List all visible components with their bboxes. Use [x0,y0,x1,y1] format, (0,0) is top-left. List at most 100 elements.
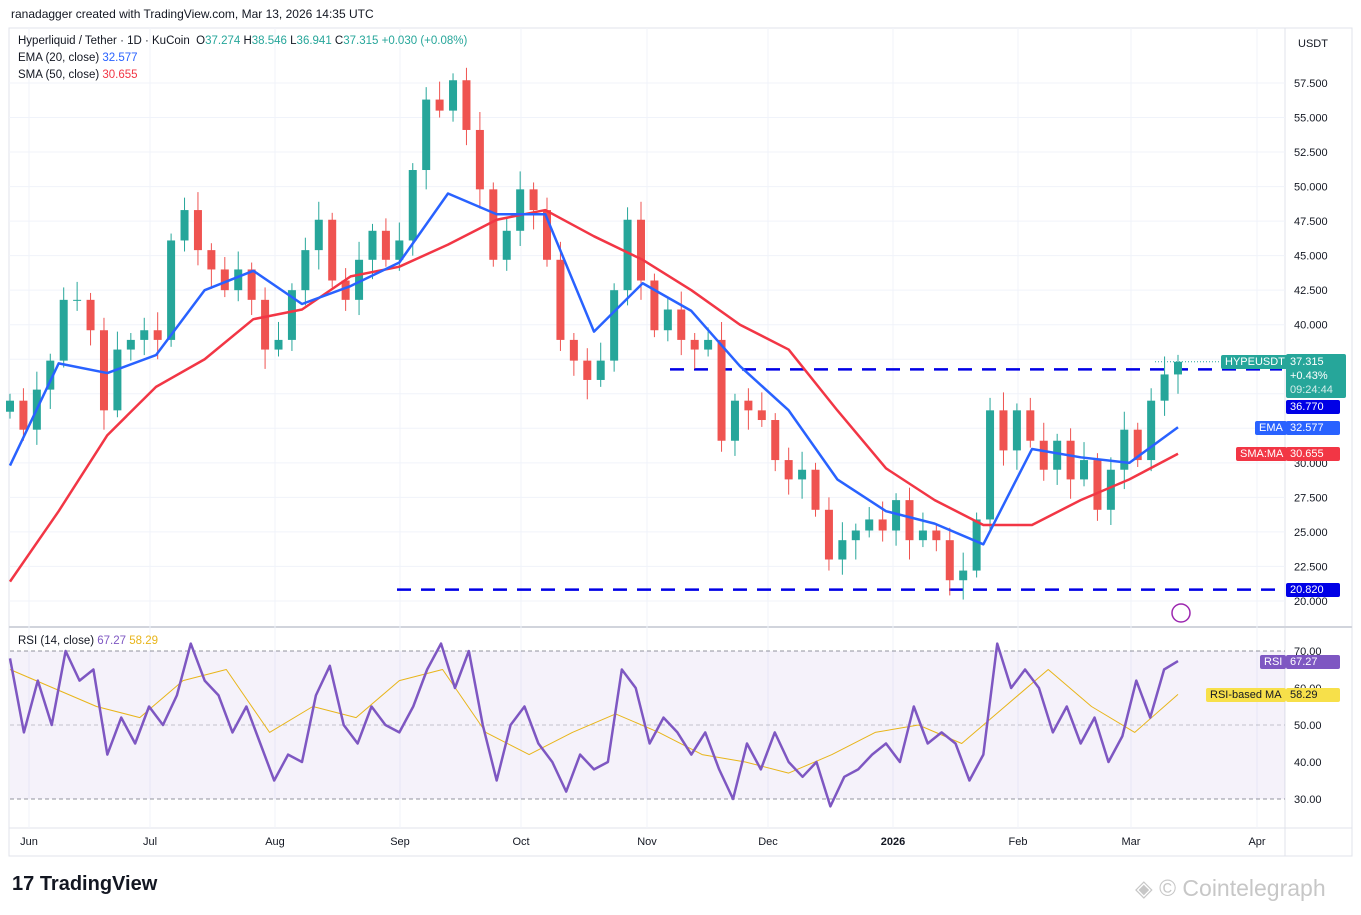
candle [1012,410,1021,451]
time-tick: Aug [265,836,285,848]
candle [596,360,605,380]
candle [19,400,28,430]
candle [690,339,699,350]
ticker-tag: HYPEUSDT [1221,355,1289,369]
candle [945,540,954,581]
candle [583,360,592,380]
candle [113,349,122,411]
price-tick: 25.000 [1294,527,1328,539]
candle [435,99,444,111]
time-tick: Mar [1122,836,1141,848]
candle [328,219,337,281]
time-tick: Dec [758,836,778,848]
price-tick: 55.000 [1294,113,1328,125]
rsi-tick: 30.00 [1294,794,1322,806]
candle [784,460,793,480]
chart-canvas[interactable]: 20.00022.50025.00027.50030.00032.50035.0… [0,0,1361,915]
ema-legend[interactable]: EMA (20, close) 32.577 [18,52,138,64]
sma-price-tag: 30.655 [1286,447,1340,461]
time-tick: Jul [143,836,157,848]
rsi-legend[interactable]: RSI (14, close) 67.27 58.29 [18,635,158,647]
time-tick: 2026 [881,836,905,848]
last-pct: +0.43% [1290,370,1328,382]
high-value: 38.546 [251,35,287,47]
candle [1080,460,1089,480]
candle [153,330,162,340]
candle [932,530,941,541]
candle [986,410,995,520]
sma-legend[interactable]: SMA (50, close) 30.655 [18,69,138,81]
flash-icon [1171,603,1191,623]
candle [771,420,780,461]
candle [126,339,135,350]
candle [717,339,726,441]
time-tick: Oct [512,836,529,848]
sma-tag: SMA:MA [1236,447,1288,461]
watermark: ◈ © Cointelegraph [1135,875,1326,901]
time-tick: Jun [20,836,38,848]
rsi-ma-tag: RSI-based MA [1206,688,1286,702]
price-tick: 47.500 [1294,216,1328,228]
candle [1160,374,1169,401]
candle [918,530,927,541]
tradingview-logo[interactable]: 17 TradingView [12,873,157,896]
candle [140,330,149,340]
candle [704,339,713,350]
price-tick: 50.000 [1294,182,1328,194]
rsi-label: RSI (14, close) [18,635,95,647]
candle [1026,410,1035,441]
candle [865,519,874,531]
candle [261,299,270,350]
price-tick: 42.500 [1294,285,1328,297]
price-tick: 22.500 [1294,561,1328,573]
price-tick: 57.500 [1294,78,1328,90]
candle [811,469,820,510]
sma-legend-value: 30.655 [102,69,138,81]
candle [368,230,377,260]
level-low-tag: 20.820 [1286,583,1340,597]
candle [798,469,807,480]
time-tick: Apr [1248,836,1265,848]
candle [1147,400,1156,461]
candle [999,410,1008,451]
candle [824,509,833,560]
candle [462,80,471,130]
candle [878,519,887,531]
candle [502,230,511,260]
low-value: 36.941 [296,35,332,47]
candle [730,400,739,441]
ema-label: EMA (20, close) [18,52,100,64]
candle [1053,440,1062,470]
time-tick: Feb [1009,836,1028,848]
candle [610,290,619,361]
candle [449,80,458,111]
sma-50-line [8,208,1179,583]
bar-countdown: 09:24:44 [1290,384,1333,396]
logo-text: TradingView [39,873,158,895]
rsi-tag: RSI [1260,655,1287,669]
candle [274,339,283,350]
watermark-text: Cointelegraph [1182,875,1326,901]
last-price: 37.315 [1290,356,1324,368]
candle [234,269,243,291]
candle [851,530,860,541]
rsi-value-tag: 67.27 [1286,655,1340,669]
candle [569,339,578,361]
rsi-ma-legend-value: 58.29 [129,635,159,647]
symbol-legend: Hyperliquid / Tether · 1D · KuCoin O37.2… [18,35,468,47]
price-tick: 45.000 [1294,251,1328,263]
candle [73,299,82,301]
candle [314,219,323,251]
tv-logo-icon: 17 [12,873,35,895]
candle [556,259,565,340]
ema-price-tag: 32.577 [1286,421,1340,435]
candle [489,189,498,260]
candle [86,299,95,331]
candle [301,250,310,291]
currency-label[interactable]: USDT [1298,38,1328,50]
candle [677,309,686,340]
candle [838,540,847,560]
candle [422,99,431,171]
candle [636,219,645,281]
rsi-ma-value-tag: 58.29 [1286,688,1340,702]
